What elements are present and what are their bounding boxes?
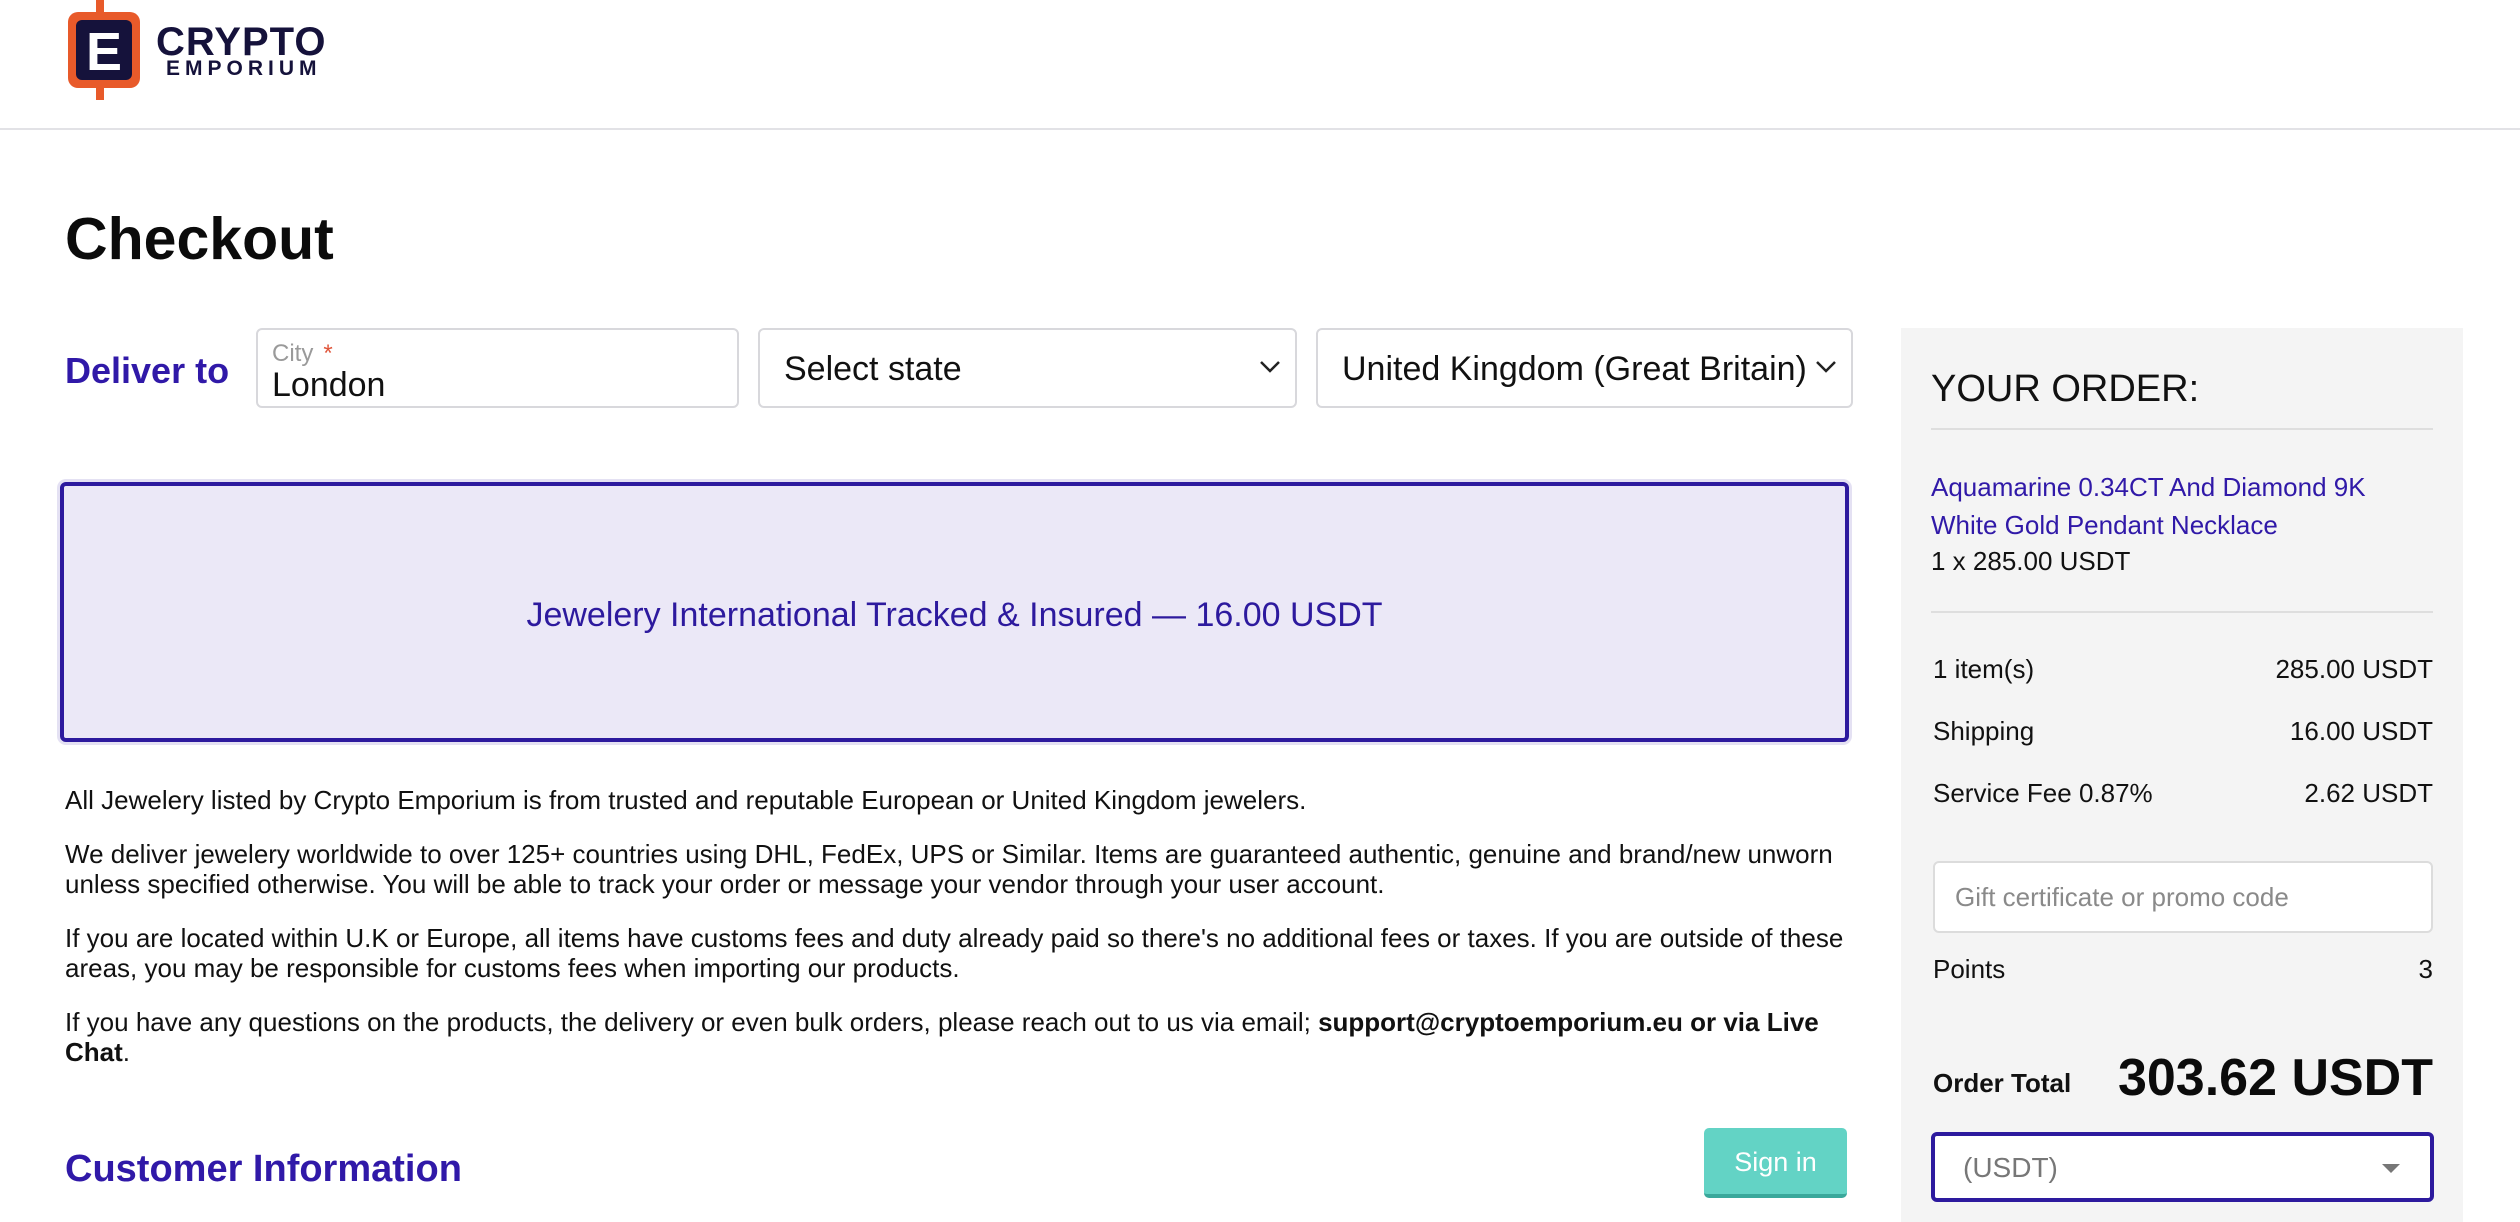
currency-select[interactable]: (USDT) [1931, 1132, 2434, 1202]
product-name-link[interactable]: Aquamarine 0.34CT And Diamond 9K White G… [1931, 468, 2411, 544]
country-select-value: United Kingdom (Great Britain) [1342, 350, 1807, 388]
city-field-label: City * [272, 340, 333, 367]
contact-period: . [122, 1037, 131, 1067]
items-subtotal-row: 1 item(s) 285.00 USDT [1933, 654, 2433, 685]
service-fee-value: 2.62 USDT [2304, 778, 2433, 808]
items-count-label: 1 item(s) [1933, 654, 2035, 684]
delivery-info: All Jewelery listed by Crypto Emporium i… [65, 785, 1855, 1091]
state-select-value: Select state [784, 350, 962, 388]
product-quantity-price: 1 x 285.00 USDT [1931, 546, 2131, 576]
shipping-label: Shipping [1933, 716, 2035, 746]
brand-logo[interactable]: E CRYPTO EMPORIUM [66, 0, 325, 100]
sign-in-button[interactable]: Sign in [1704, 1128, 1847, 1198]
site-header: E CRYPTO EMPORIUM [0, 0, 2520, 130]
points-label: Points [1933, 954, 2006, 984]
country-select[interactable]: United Kingdom (Great Britain) [1316, 328, 1853, 408]
order-summary-panel: YOUR ORDER: Aquamarine 0.34CT And Diamon… [1901, 328, 2463, 1222]
divider [1931, 428, 2433, 430]
city-field[interactable]: City * London [256, 328, 739, 408]
brand-name-line2: EMPORIUM [166, 57, 322, 80]
crypto-emporium-logo-icon: E [68, 0, 140, 100]
order-total-label: Order Total [1933, 1068, 2072, 1098]
points-row: Points 3 [1933, 954, 2433, 985]
city-input-value[interactable]: London [272, 366, 385, 405]
shipping-value: 16.00 USDT [2289, 716, 2433, 746]
info-paragraph-worldwide: We deliver jewelery worldwide to over 12… [65, 839, 1833, 899]
customer-information-heading: Customer Information [65, 1148, 462, 1190]
promo-code-input[interactable] [1933, 861, 2433, 933]
points-value: 3 [2418, 954, 2433, 984]
contact-or-text: or [1682, 1007, 1724, 1037]
deliver-to-label: Deliver to [65, 350, 230, 391]
info-paragraph-customs: If you are located within U.K or Europe,… [65, 923, 1844, 983]
shipping-option-card[interactable]: Jewelery International Tracked & Insured… [60, 482, 1849, 742]
service-fee-row: Service Fee 0.87% 2.62 USDT [1933, 778, 2433, 809]
page-title: Checkout [65, 206, 334, 272]
chevron-down-icon [1260, 361, 1280, 373]
state-select[interactable]: Select state [758, 328, 1297, 408]
items-subtotal-value: 285.00 USDT [2275, 654, 2433, 684]
service-fee-label: Service Fee 0.87% [1933, 778, 2153, 808]
shipping-row: Shipping 16.00 USDT [1933, 716, 2433, 747]
info-paragraph-trusted: All Jewelery listed by Crypto Emporium i… [65, 785, 1307, 815]
svg-text:E: E [86, 22, 122, 82]
support-email-link[interactable]: support@cryptoemporium.eu [1318, 1007, 1683, 1037]
currency-select-value: (USDT) [1963, 1152, 2058, 1183]
shipping-option-label: Jewelery International Tracked & Insured… [526, 596, 1383, 634]
chevron-down-icon [1816, 361, 1836, 373]
divider [1931, 611, 2433, 613]
order-summary-title: YOUR ORDER: [1931, 368, 2200, 410]
info-paragraph-contact: If you have any questions on the product… [65, 1007, 1855, 1067]
contact-text: If you have any questions on the product… [65, 1007, 1319, 1037]
caret-down-icon [2382, 1164, 2400, 1173]
required-mark: * [323, 340, 333, 367]
order-total-value: 303.62 USDT [2117, 1049, 2433, 1107]
